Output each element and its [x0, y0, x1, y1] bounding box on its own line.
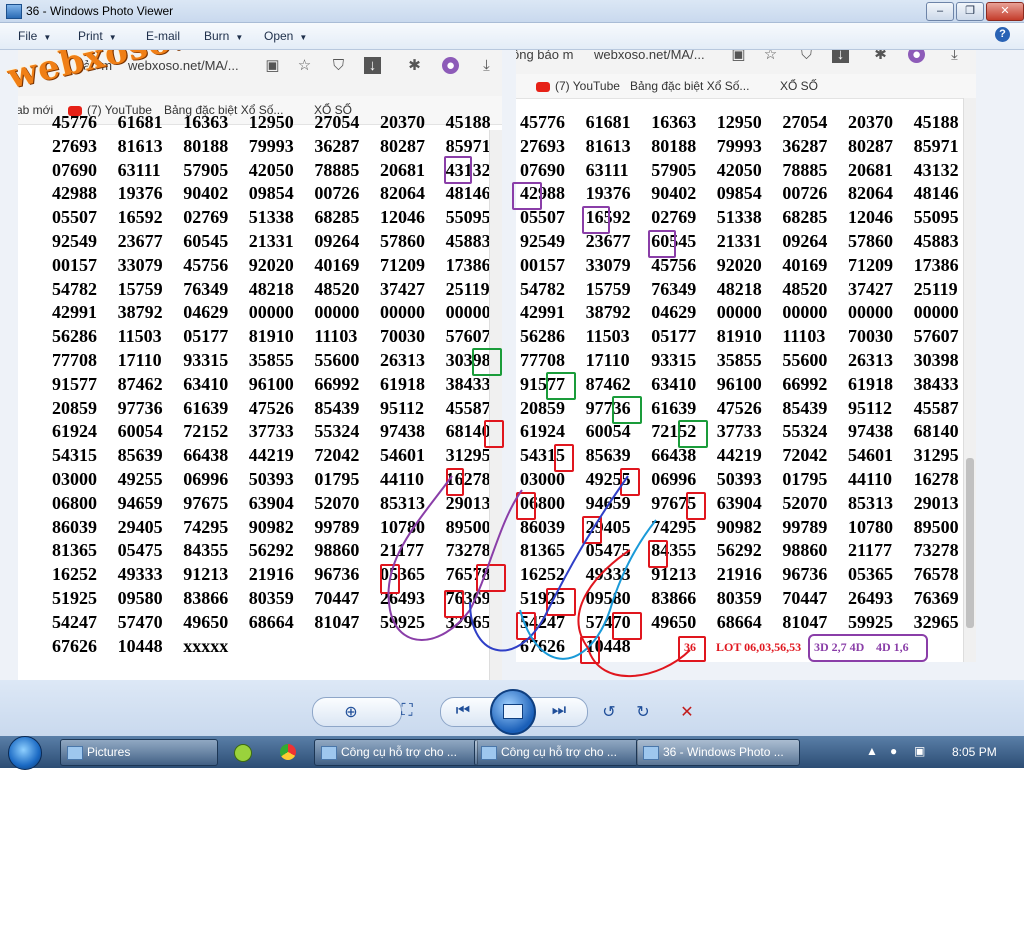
- network-icon[interactable]: ▣: [914, 744, 925, 758]
- lot-note: LOT 06,03,56,53: [716, 640, 802, 654]
- red-curve: [587, 647, 691, 678]
- badge-36: 36: [684, 640, 696, 654]
- menu-print-label: Print: [78, 29, 103, 43]
- task-tool-1-label: Công cụ hỗ trợ cho ...: [341, 745, 457, 759]
- menu-burn[interactable]: Burn ▼: [204, 29, 243, 43]
- menu-email-label: E-mail: [146, 29, 181, 43]
- chevron-down-icon: ▼: [43, 33, 52, 42]
- d4-note: 4D 1,6: [876, 640, 909, 654]
- menu-open-label: Open: [264, 29, 294, 43]
- red-curve: [577, 549, 631, 649]
- menu-file-label: File: [18, 29, 38, 43]
- task-pictures-label: Pictures: [87, 745, 131, 759]
- rotate-right-icon[interactable]: ↻: [632, 702, 654, 722]
- next-icon[interactable]: ⏭: [548, 702, 570, 720]
- slideshow-button[interactable]: [490, 689, 536, 735]
- image-canvas: bảo m webxoso.net/MA/... ▣ ☆ ⛉ ↓ ✱ ● ⤓ a…: [0, 50, 1024, 680]
- menu-file[interactable]: File ▼: [18, 29, 51, 43]
- task-tool-2-label: Công cụ hỗ trợ cho ...: [501, 745, 617, 759]
- tray-arrow-icon[interactable]: ▲: [866, 744, 878, 758]
- task-photo-viewer[interactable]: 36 - Windows Photo ...: [636, 739, 800, 766]
- folder-icon: [67, 746, 83, 760]
- chevron-down-icon: ▼: [299, 33, 308, 42]
- chrome-icon[interactable]: [280, 744, 296, 760]
- chevron-down-icon: ▼: [108, 33, 117, 42]
- app-icon: [321, 746, 337, 760]
- delete-icon[interactable]: ✕: [676, 702, 698, 722]
- tray-app-icon[interactable]: ●: [890, 744, 897, 758]
- actual-size-icon[interactable]: ⛶: [396, 702, 418, 720]
- purple-curve: [387, 475, 523, 641]
- window-title-bar: 36 - Windows Photo Viewer – ❐ ✕: [0, 0, 1024, 23]
- menu-bar: File ▼ Print ▼ E-mail Burn ▼ Open ▼ ?: [0, 23, 1024, 50]
- photo-viewer-icon: [643, 746, 659, 760]
- app-icon: [481, 746, 497, 760]
- close-button[interactable]: ✕: [986, 2, 1024, 21]
- chevron-down-icon: ▼: [235, 33, 244, 42]
- taskbar: Pictures Công cụ hỗ trợ cho ... Công cụ …: [0, 736, 1024, 770]
- task-photo-viewer-label: 36 - Windows Photo ...: [663, 745, 784, 759]
- window-title: 36 - Windows Photo Viewer: [26, 4, 174, 18]
- slideshow-icon: [503, 704, 523, 719]
- task-tool-2[interactable]: Công cụ hỗ trợ cho ...: [474, 739, 638, 766]
- minimize-button[interactable]: –: [926, 2, 954, 21]
- menu-print[interactable]: Print ▼: [78, 29, 117, 43]
- rotate-left-icon[interactable]: ↺: [598, 702, 620, 722]
- quick-launch-icon[interactable]: [234, 744, 252, 762]
- start-button[interactable]: [8, 736, 42, 770]
- task-tool-1[interactable]: Công cụ hỗ trợ cho ...: [314, 739, 478, 766]
- task-pictures[interactable]: Pictures: [60, 739, 218, 766]
- menu-open[interactable]: Open ▼: [264, 29, 307, 43]
- maximize-button[interactable]: ❐: [956, 2, 984, 21]
- help-icon[interactable]: ?: [995, 27, 1010, 42]
- viewer-controls: ⊕ ⛶ ⏮ ⏭ ↺ ↻ ✕: [0, 680, 1024, 736]
- photo-viewer-icon: [6, 4, 22, 19]
- annotation-curves: [387, 475, 691, 678]
- menu-email[interactable]: E-mail: [146, 29, 180, 43]
- clock: 8:05 PM: [952, 745, 997, 759]
- previous-icon[interactable]: ⏮: [452, 702, 474, 720]
- d3-note: 3D 2,7 4D: [814, 640, 865, 654]
- zoom-icon[interactable]: ⊕: [340, 702, 362, 722]
- menu-burn-label: Burn: [204, 29, 230, 43]
